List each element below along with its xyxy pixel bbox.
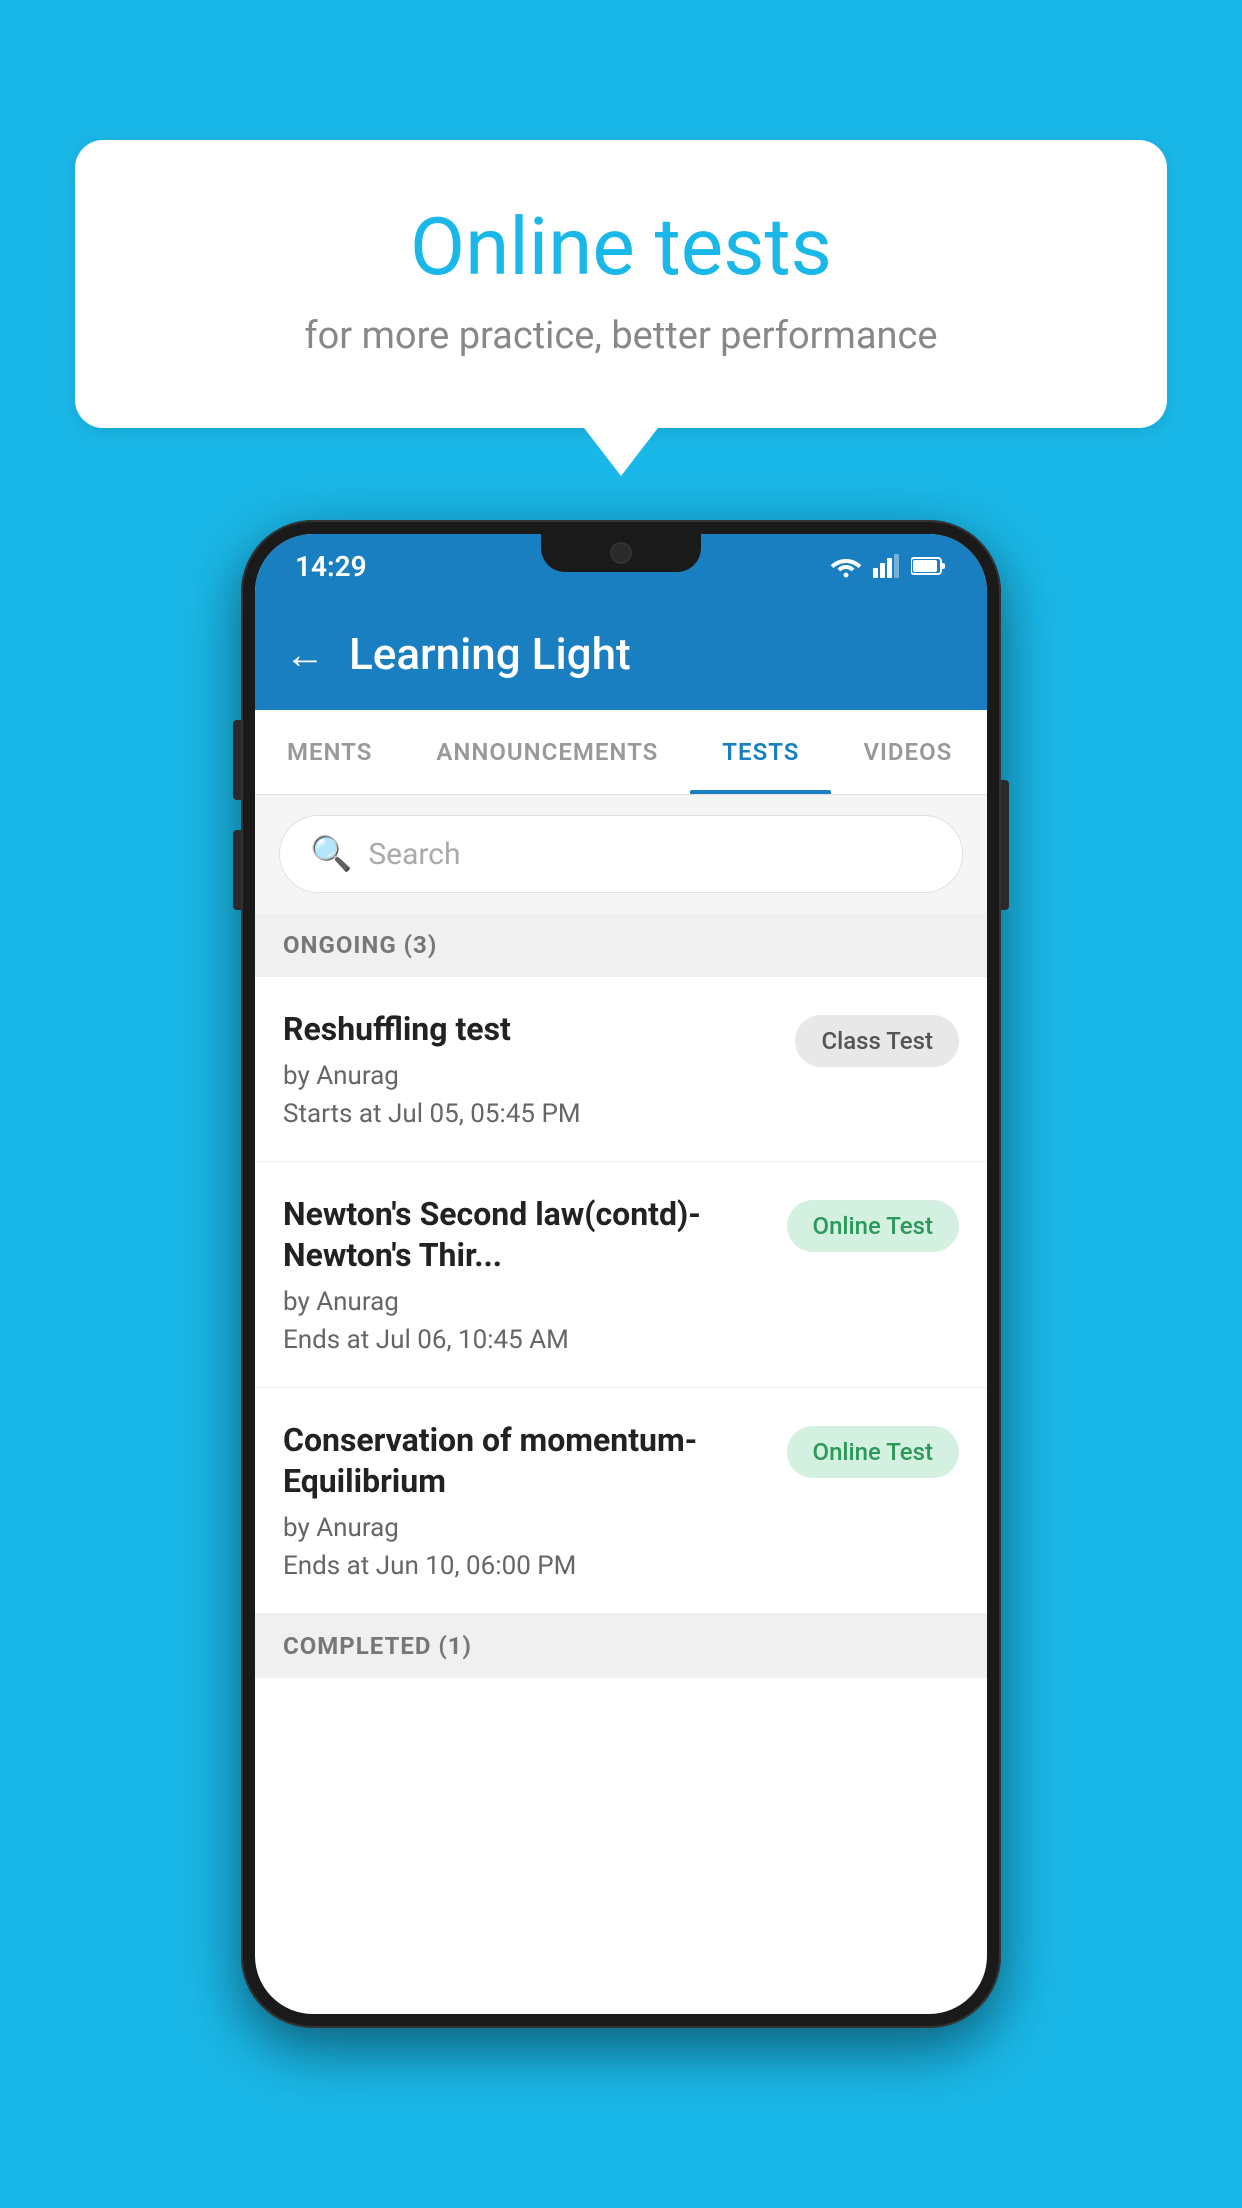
speech-bubble: Online tests for more practice, better p… [75,140,1167,428]
test-item-newtons-time: Ends at Jul 06, 10:45 AM [283,1325,767,1355]
tab-videos[interactable]: VIDEOS [831,710,984,794]
speech-bubble-subtitle: for more practice, better performance [155,314,1087,358]
status-icons [829,554,947,578]
speech-bubble-title: Online tests [155,200,1087,294]
tab-assignments[interactable]: MENTS [255,710,404,794]
test-item-reshuffling[interactable]: Reshuffling test by Anurag Starts at Jul… [255,977,987,1162]
app-bar: ← Learning Light [255,598,987,710]
back-button[interactable]: ← [285,631,325,678]
signal-icon [873,554,901,578]
test-item-conservation-title: Conservation of momentum-Equilibrium [283,1420,767,1503]
search-icon: 🔍 [310,834,352,874]
test-badge-online-test-2: Online Test [787,1426,959,1478]
test-item-conservation[interactable]: Conservation of momentum-Equilibrium by … [255,1388,987,1614]
phone-screen: 14:29 [255,534,987,2014]
test-item-reshuffling-author: by Anurag [283,1061,775,1091]
camera-dot [610,542,632,564]
test-item-newtons-content: Newton's Second law(contd)-Newton's Thir… [283,1194,787,1355]
test-item-newtons[interactable]: Newton's Second law(contd)-Newton's Thir… [255,1162,987,1388]
test-item-reshuffling-content: Reshuffling test by Anurag Starts at Jul… [283,1009,795,1129]
test-badge-class-test: Class Test [795,1015,959,1067]
test-badge-online-test-1: Online Test [787,1200,959,1252]
test-item-newtons-title: Newton's Second law(contd)-Newton's Thir… [283,1194,767,1277]
ongoing-section-header: ONGOING (3) [255,913,987,977]
test-item-reshuffling-title: Reshuffling test [283,1009,775,1051]
search-container: 🔍 Search [255,795,987,913]
test-item-conservation-author: by Anurag [283,1513,767,1543]
tabs-container: MENTS ANNOUNCEMENTS TESTS VIDEOS [255,710,987,795]
power-button [1001,780,1009,910]
volume-down-button [233,830,241,910]
search-input[interactable]: 🔍 Search [279,815,963,893]
wifi-icon [829,554,863,578]
app-bar-title: Learning Light [349,628,631,680]
test-item-newtons-author: by Anurag [283,1287,767,1317]
tab-announcements[interactable]: ANNOUNCEMENTS [404,710,690,794]
phone-notch [541,534,701,572]
test-item-conservation-content: Conservation of momentum-Equilibrium by … [283,1420,787,1581]
phone-container: 14:29 [241,520,1001,2028]
test-item-reshuffling-time: Starts at Jul 05, 05:45 PM [283,1099,775,1129]
completed-section-header: COMPLETED (1) [255,1614,987,1678]
speech-bubble-container: Online tests for more practice, better p… [75,140,1167,428]
phone-frame: 14:29 [241,520,1001,2028]
volume-up-button [233,720,241,800]
battery-icon [911,556,947,576]
search-placeholder-text: Search [368,837,460,872]
test-item-conservation-time: Ends at Jun 10, 06:00 PM [283,1551,767,1581]
status-time: 14:29 [295,550,367,583]
tab-tests[interactable]: TESTS [690,710,831,794]
